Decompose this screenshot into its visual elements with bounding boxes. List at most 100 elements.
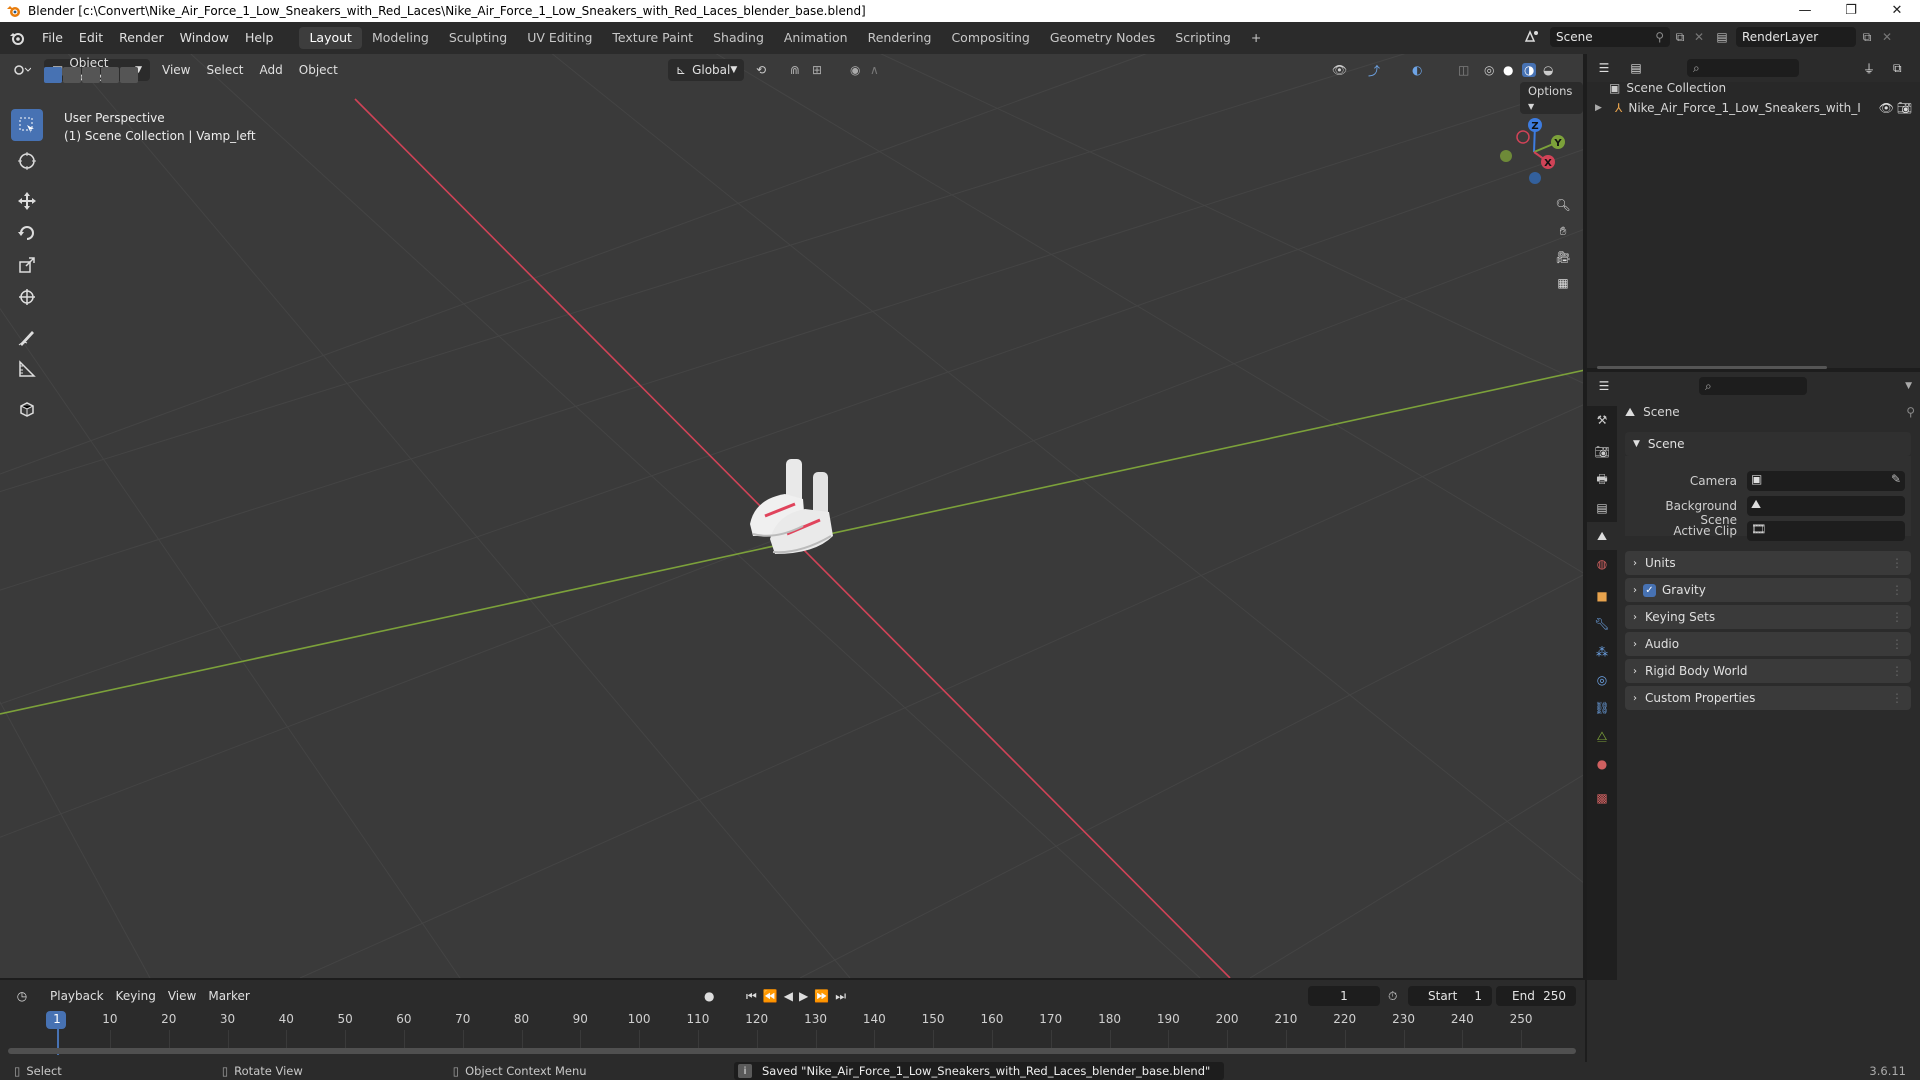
- tab-animation[interactable]: Animation: [774, 27, 858, 49]
- tab-compositing[interactable]: Compositing: [941, 27, 1039, 49]
- select-intersect-icon[interactable]: [120, 67, 138, 83]
- 3d-viewport[interactable]: ▣ Object Mode ▼ View Select Add Object ⊾…: [0, 54, 1585, 978]
- outliner-root-row[interactable]: ▣ Scene Collection: [1609, 78, 1726, 98]
- rendered-shading-icon[interactable]: ◒: [1543, 63, 1553, 77]
- active-clip-field[interactable]: 🎞︎: [1747, 521, 1905, 541]
- expand-arrow-icon[interactable]: ▶: [1595, 103, 1615, 113]
- tab-shading[interactable]: Shading: [703, 27, 774, 49]
- maximize-button[interactable]: ❐: [1828, 0, 1874, 22]
- move-tool-icon[interactable]: [11, 185, 43, 217]
- panel-keying-sets[interactable]: › Keying Sets ⋮: [1625, 605, 1911, 629]
- vp-menu-select[interactable]: Select: [198, 59, 251, 81]
- outliner-search-input[interactable]: ⌕: [1687, 59, 1799, 77]
- scale-tool-icon[interactable]: [11, 249, 43, 281]
- select-extend-icon[interactable]: [63, 67, 81, 83]
- remove-view-layer-icon[interactable]: ✕: [1878, 30, 1896, 44]
- tab-scripting[interactable]: Scripting: [1165, 27, 1241, 49]
- scene-selector[interactable]: Scene ⚲: [1550, 27, 1670, 47]
- filter-icon[interactable]: ⏚: [1863, 60, 1875, 77]
- outliner-scrollbar[interactable]: [1597, 366, 1827, 369]
- menu-window[interactable]: Window: [172, 27, 237, 49]
- falloff-icon[interactable]: ∧: [870, 63, 879, 77]
- render-camera-icon[interactable]: 📷︎: [1897, 101, 1912, 115]
- panel-scene-header[interactable]: ▼ Scene: [1625, 432, 1911, 456]
- panel-units[interactable]: › Units ⋮: [1625, 551, 1911, 575]
- properties-editor-type-icon[interactable]: ☰: [1587, 379, 1621, 393]
- new-scene-icon[interactable]: ⧉: [1670, 30, 1690, 45]
- tab-rendering[interactable]: Rendering: [858, 27, 942, 49]
- select-box-tool-icon[interactable]: [11, 109, 43, 141]
- world-tab-icon[interactable]: ◍: [1587, 550, 1617, 578]
- menu-render[interactable]: Render: [111, 27, 172, 49]
- options-button[interactable]: Options ▼: [1520, 82, 1583, 114]
- data-tab-icon[interactable]: ⧋: [1587, 722, 1617, 750]
- tab-sculpting[interactable]: Sculpting: [439, 27, 517, 49]
- panel-rigid-body-world[interactable]: › Rigid Body World ⋮: [1625, 659, 1911, 683]
- new-collection-icon[interactable]: ⧉: [1893, 61, 1902, 76]
- tab-modeling[interactable]: Modeling: [362, 27, 439, 49]
- menu-edit[interactable]: Edit: [71, 27, 111, 49]
- material-tab-icon[interactable]: ●: [1587, 750, 1617, 778]
- new-view-layer-icon[interactable]: ⧉: [1856, 30, 1878, 45]
- chevron-down-icon[interactable]: ▼: [1905, 381, 1912, 391]
- zoom-icon[interactable]: 🔍︎: [1550, 192, 1576, 218]
- annotate-tool-icon[interactable]: [11, 321, 43, 353]
- snap-icon[interactable]: ⋒: [790, 63, 800, 77]
- physics-tab-icon[interactable]: ◎: [1587, 666, 1617, 694]
- scene-tab-icon[interactable]: ⛰︎: [1587, 522, 1617, 550]
- vp-menu-add[interactable]: Add: [252, 59, 291, 81]
- outliner-editor-type-icon[interactable]: ☰: [1587, 61, 1621, 75]
- modifier-tab-icon[interactable]: 🔧︎: [1587, 610, 1617, 638]
- pin-icon[interactable]: ⚲: [1906, 405, 1915, 419]
- timeline-scrollbar[interactable]: [8, 1048, 1576, 1054]
- menu-help[interactable]: Help: [237, 27, 282, 49]
- measure-tool-icon[interactable]: [11, 353, 43, 385]
- panel-gravity[interactable]: › ✓ Gravity ⋮: [1625, 578, 1911, 602]
- wireframe-shading-icon[interactable]: ◎: [1484, 63, 1494, 77]
- drag-handle-icon[interactable]: ⋮: [1891, 664, 1903, 678]
- outliner-item[interactable]: ▶ ⅄ Nike_Air_Force_1_Low_Sneakers_with_I…: [1595, 98, 1920, 118]
- proportional-edit-icon[interactable]: ◉: [850, 63, 860, 77]
- vp-menu-view[interactable]: View: [154, 59, 198, 81]
- xray-icon[interactable]: ◫: [1458, 63, 1469, 77]
- view-layer-icon[interactable]: ▤: [1708, 30, 1736, 44]
- menu-file[interactable]: File: [34, 27, 71, 49]
- tool-tab-icon[interactable]: ⚒: [1587, 406, 1617, 434]
- scene-icon[interactable]: [1524, 29, 1550, 46]
- rotate-tool-icon[interactable]: [11, 217, 43, 249]
- panel-custom-properties[interactable]: › Custom Properties ⋮: [1625, 686, 1911, 710]
- gravity-checkbox[interactable]: ✓: [1643, 583, 1656, 597]
- view-layer-selector[interactable]: RenderLayer: [1736, 27, 1856, 47]
- add-cube-tool-icon[interactable]: [11, 393, 43, 425]
- transform-tool-icon[interactable]: [11, 281, 43, 313]
- display-mode-icon[interactable]: ▤: [1621, 61, 1651, 75]
- drag-handle-icon[interactable]: ⋮: [1891, 583, 1903, 597]
- constraints-tab-icon[interactable]: ⛓︎: [1587, 694, 1617, 722]
- eye-icon[interactable]: 👁︎: [1879, 101, 1894, 115]
- editor-type-icon[interactable]: [0, 63, 44, 77]
- panel-audio[interactable]: › Audio ⋮: [1625, 632, 1911, 656]
- add-workspace-button[interactable]: +: [1241, 27, 1271, 49]
- minimize-button[interactable]: —: [1782, 0, 1828, 22]
- drag-handle-icon[interactable]: ⋮: [1891, 637, 1903, 651]
- select-invert-icon[interactable]: [101, 67, 119, 83]
- camera-view-icon[interactable]: 🎥︎: [1550, 244, 1576, 270]
- background-scene-field[interactable]: ⛰︎: [1747, 496, 1905, 516]
- tab-layout[interactable]: Layout: [299, 27, 362, 49]
- material-shading-icon[interactable]: ◑: [1522, 63, 1537, 77]
- blender-menu-icon[interactable]: [0, 30, 34, 46]
- tab-uv-editing[interactable]: UV Editing: [517, 27, 602, 49]
- object-tab-icon[interactable]: ■: [1587, 582, 1617, 610]
- tab-texture-paint[interactable]: Texture Paint: [602, 27, 703, 49]
- vp-menu-object[interactable]: Object: [291, 59, 346, 81]
- drag-handle-icon[interactable]: ⋮: [1891, 691, 1903, 705]
- pin-icon[interactable]: ⚲: [1655, 30, 1664, 44]
- select-subtract-icon[interactable]: [82, 67, 100, 83]
- view-layer-tab-icon[interactable]: ▤: [1587, 494, 1617, 522]
- eyedropper-icon[interactable]: ✎: [1891, 472, 1901, 486]
- select-new-icon[interactable]: [44, 67, 62, 83]
- visibility-icon[interactable]: 👁: [1332, 63, 1347, 77]
- particles-tab-icon[interactable]: ⁂: [1587, 638, 1617, 666]
- remove-scene-icon[interactable]: ✕: [1690, 30, 1708, 44]
- drag-handle-icon[interactable]: ⋮: [1891, 610, 1903, 624]
